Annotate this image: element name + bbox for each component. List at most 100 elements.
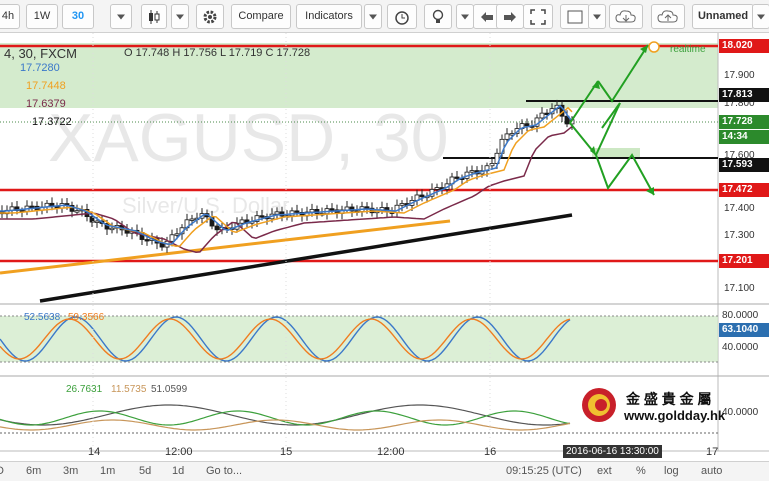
dmi-tick: 40.0000 [722, 407, 759, 418]
candle-body [419, 194, 425, 198]
save-layout-button[interactable] [651, 4, 685, 29]
candle-body [259, 215, 265, 218]
price-tag-support: 17.593 [719, 158, 769, 172]
fullscreen-icon [530, 8, 546, 25]
candle-body [309, 209, 315, 213]
goto-button[interactable]: Go to... [206, 465, 242, 477]
cloud-upload-icon [657, 9, 678, 22]
layout-dropdown[interactable] [752, 4, 769, 29]
chevron-down-icon [461, 14, 469, 19]
ma-slow-value: 17.6379 [26, 98, 66, 110]
chevron-down-icon [369, 14, 377, 19]
candle-body [214, 225, 220, 231]
range-1m[interactable]: 1m [100, 465, 115, 477]
log-toggle[interactable]: log [664, 465, 679, 477]
ma-long-value: 17.3722 [32, 116, 72, 128]
chart-type-button[interactable] [141, 4, 167, 29]
alarm-clock-icon [395, 10, 409, 25]
price-tick: 17.100 [724, 283, 755, 294]
time-label: 12:00 [377, 446, 405, 458]
bottom-bar: D 6m 3m 1m 5d 1d Go to... 09:15:25 (UTC)… [0, 461, 769, 481]
top-toolbar: 4h 1W 30 Compare Indicators Unnamed [0, 0, 769, 33]
settings-button[interactable] [196, 4, 224, 29]
candle-body [239, 219, 245, 224]
indicators-button[interactable]: Indicators [296, 4, 362, 29]
interval-1w-button[interactable]: 1W [26, 4, 58, 29]
time-label: 15 [280, 446, 293, 458]
ext-toggle[interactable]: ext [597, 465, 612, 477]
price-tick: 17.400 [724, 203, 755, 214]
candle-body [94, 220, 100, 223]
chevron-down-icon [757, 14, 765, 19]
price-tag-support-2: 17.201 [719, 254, 769, 268]
logo-chinese-name: 金 盛 貴 金 屬 [626, 391, 712, 407]
candle-body [329, 208, 335, 211]
utc-clock: 09:15:25 (UTC) [506, 465, 582, 477]
layout-name-button[interactable]: Unnamed [692, 4, 754, 29]
range-3m[interactable]: 3m [63, 465, 78, 477]
candle-body [489, 163, 495, 167]
candle-body [294, 210, 300, 213]
di-minus-value: 11.5735 [111, 384, 147, 395]
candles-icon [149, 9, 160, 24]
time-label: 12:00 [165, 446, 193, 458]
undo-icon [481, 11, 493, 22]
chart-area[interactable]: XAGUSD, 30 Silver/U.S. Dollar 4, 30, FXC… [0, 33, 769, 461]
price-tag-support-1: 17.472 [719, 183, 769, 197]
candle-body [454, 176, 460, 179]
candle-body [74, 210, 80, 213]
time-cursor-tag: 2016-06-16 13:30:00 [563, 445, 662, 458]
ideas-dropdown[interactable] [456, 4, 474, 29]
time-label: 16 [484, 446, 497, 458]
ma-mid-value: 17.7448 [26, 80, 66, 92]
candle-body [189, 218, 195, 221]
goldday-logo [582, 388, 616, 422]
candle-body [174, 233, 180, 236]
adx-value: 51.0599 [151, 384, 188, 395]
chevron-down-icon [117, 14, 125, 19]
interval-current-button[interactable]: 30 [62, 4, 94, 29]
fullscreen-button[interactable] [523, 4, 553, 29]
range-6m[interactable]: 6m [26, 465, 41, 477]
candle-body [469, 170, 475, 173]
candle-body [504, 133, 510, 140]
load-layout-button[interactable] [609, 4, 643, 29]
range-d[interactable]: D [0, 465, 4, 477]
ideas-button[interactable] [424, 4, 452, 29]
gear-icon [203, 10, 217, 23]
snapshot-dropdown[interactable] [588, 4, 606, 29]
redo-button[interactable] [496, 4, 524, 29]
auto-toggle[interactable]: auto [701, 465, 722, 477]
stoch-tick: 40.0000 [722, 342, 759, 353]
chevron-down-icon [176, 14, 184, 19]
di-plus-value: 26.7631 [66, 384, 103, 395]
candle-body [29, 205, 35, 208]
indicators-dropdown[interactable] [364, 4, 382, 29]
lightbulb-icon [432, 9, 444, 23]
cloud-download-icon [615, 9, 636, 22]
range-5d[interactable]: 5d [139, 465, 151, 477]
candle-body [539, 112, 545, 119]
candle-body [364, 206, 370, 209]
price-tick: 17.900 [724, 70, 755, 81]
compare-button[interactable]: Compare [231, 4, 291, 29]
stoch-d-value: 59.3566 [68, 312, 105, 323]
ohlc-legend: O 17.748 H 17.756 L 17.719 C 17.728 [124, 47, 311, 59]
realtime-label: realtime [670, 44, 706, 55]
percent-toggle[interactable]: % [636, 465, 646, 477]
chart-type-dropdown[interactable] [171, 4, 189, 29]
candle-body [434, 187, 440, 190]
interval-dropdown[interactable] [110, 4, 132, 29]
logo-url: www.goldday.hk [624, 408, 726, 423]
candle-body [169, 234, 175, 242]
snapshot-button[interactable] [560, 4, 590, 29]
range-1d[interactable]: 1d [172, 465, 184, 477]
price-tick: 17.300 [724, 230, 755, 241]
countdown-tag: 14:34 [719, 130, 769, 144]
realtime-clock-icon [648, 41, 660, 53]
alert-button[interactable] [387, 4, 417, 29]
price-tag-top: 18.020 [719, 39, 769, 53]
interval-4h-button[interactable]: 4h [0, 4, 20, 29]
ma-fast-value: 17.7280 [20, 62, 60, 74]
symbol-legend[interactable]: 4, 30, FXCM [4, 46, 77, 61]
